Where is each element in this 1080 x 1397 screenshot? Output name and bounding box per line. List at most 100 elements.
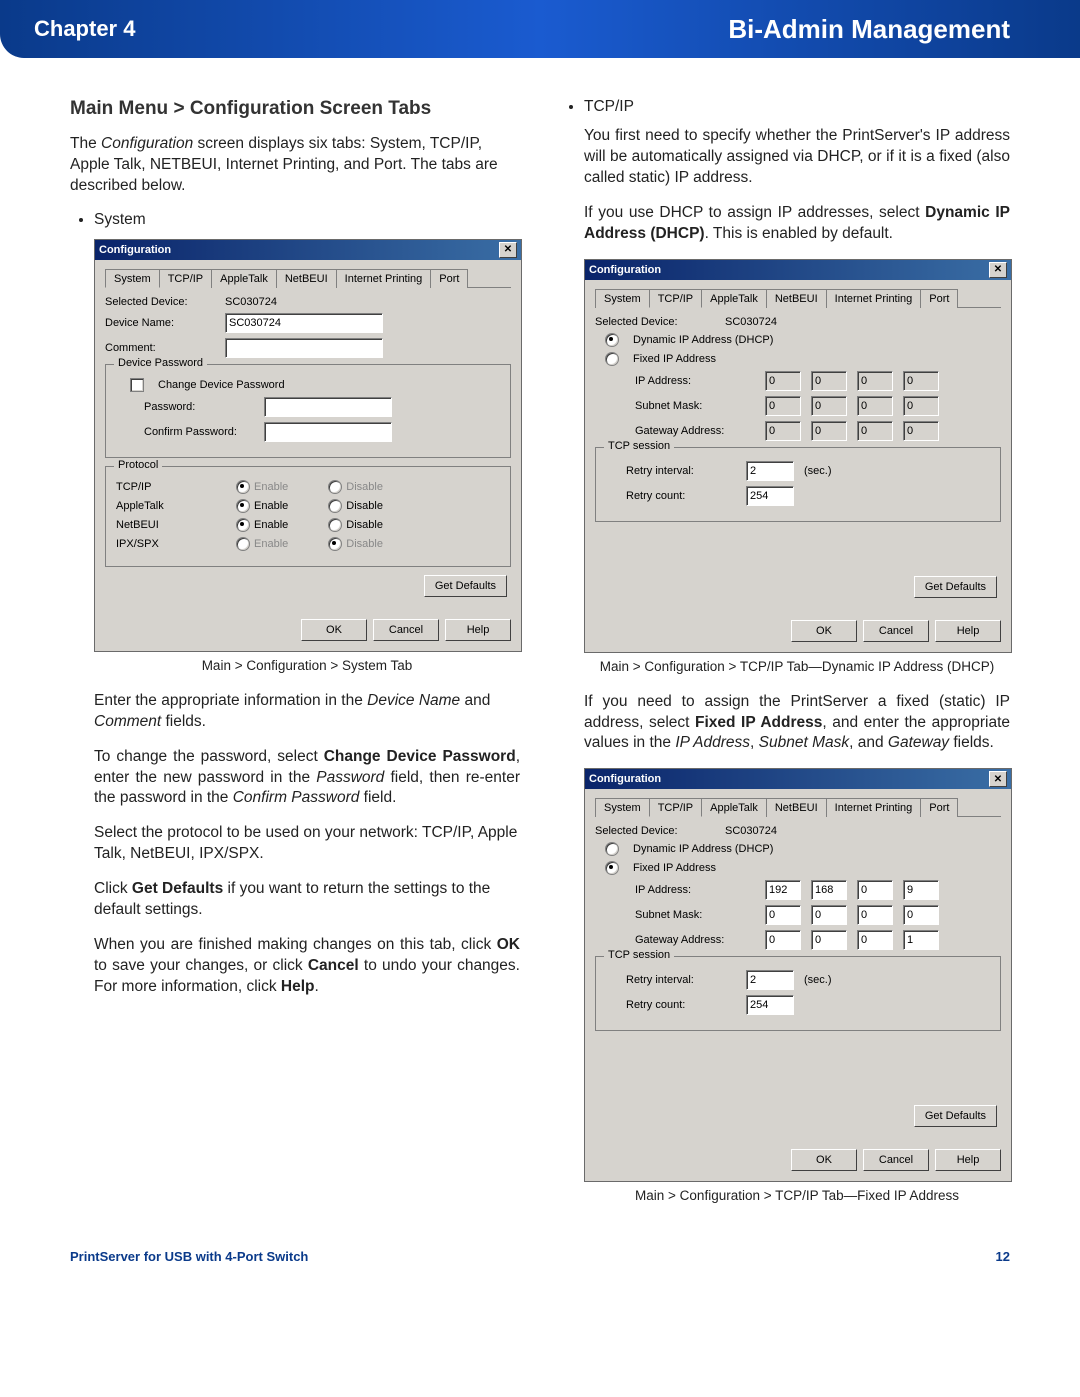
selected-device-value: SC030724 <box>225 296 277 308</box>
tab-row: System TCP/IP AppleTalk NetBEUI Internet… <box>595 797 1001 817</box>
close-icon[interactable]: ✕ <box>499 242 517 258</box>
tab-tcpip[interactable]: TCP/IP <box>159 269 212 288</box>
retry-interval-input[interactable] <box>746 970 794 990</box>
gw-3[interactable] <box>857 930 893 950</box>
gateway-label: Gateway Address: <box>635 425 755 437</box>
help-button[interactable]: Help <box>935 620 1001 642</box>
para-tcpip-3: If you need to assign the PrintServer a … <box>584 692 1010 755</box>
cancel-button[interactable]: Cancel <box>863 620 929 642</box>
change-password-checkbox[interactable] <box>130 378 144 392</box>
device-password-legend: Device Password <box>114 357 207 369</box>
netbeui-disable-radio[interactable] <box>328 518 342 532</box>
gw-4[interactable] <box>903 930 939 950</box>
help-button[interactable]: Help <box>445 619 511 641</box>
product-name: PrintServer for USB with 4-Port Switch <box>70 1249 308 1264</box>
selected-device-label: Selected Device: <box>595 825 715 837</box>
tab-tcpip[interactable]: TCP/IP <box>649 289 702 308</box>
tab-system[interactable]: System <box>595 289 650 308</box>
close-icon[interactable]: ✕ <box>989 262 1007 278</box>
tab-netbeui[interactable]: NetBEUI <box>276 269 337 288</box>
confirm-password-input[interactable] <box>264 422 392 442</box>
netbeui-enable-radio[interactable] <box>236 518 250 532</box>
gw-2[interactable] <box>811 930 847 950</box>
tab-internet-printing[interactable]: Internet Printing <box>826 798 922 817</box>
fixed-ip-label: Fixed IP Address <box>633 353 716 365</box>
tab-netbeui[interactable]: NetBEUI <box>766 289 827 308</box>
dialog-titlebar[interactable]: Configuration ✕ <box>585 260 1011 280</box>
mask-3[interactable] <box>857 905 893 925</box>
cancel-button[interactable]: Cancel <box>863 1149 929 1171</box>
dialog-titlebar[interactable]: Configuration ✕ <box>585 769 1011 789</box>
dynamic-ip-radio[interactable] <box>605 842 619 856</box>
mask-4[interactable] <box>903 905 939 925</box>
fixed-ip-radio[interactable] <box>605 861 619 875</box>
comment-input[interactable] <box>225 338 383 358</box>
get-defaults-button[interactable]: Get Defaults <box>914 1105 997 1127</box>
para-device-name: Enter the appropriate information in the… <box>94 691 520 733</box>
dynamic-ip-radio[interactable] <box>605 333 619 347</box>
ip-2 <box>811 371 847 391</box>
tcp-session-legend: TCP session <box>604 949 674 961</box>
proto-tcpip-label: TCP/IP <box>116 481 226 493</box>
para-select-protocol: Select the protocol to be used on your n… <box>94 823 520 865</box>
tab-port[interactable]: Port <box>920 289 958 308</box>
ip-4[interactable] <box>903 880 939 900</box>
device-name-input[interactable] <box>225 313 383 333</box>
appletalk-enable-radio[interactable] <box>236 499 250 513</box>
password-label: Password: <box>144 401 254 413</box>
tab-appletalk[interactable]: AppleTalk <box>701 798 767 817</box>
tab-tcpip[interactable]: TCP/IP <box>649 798 702 817</box>
help-button[interactable]: Help <box>935 1149 1001 1171</box>
tab-internet-printing[interactable]: Internet Printing <box>826 289 922 308</box>
retry-count-input[interactable] <box>746 486 794 506</box>
cancel-button[interactable]: Cancel <box>373 619 439 641</box>
mask-2[interactable] <box>811 905 847 925</box>
page: Chapter 4 Bi-Admin Management Main Menu … <box>0 0 1080 1304</box>
retry-interval-unit: (sec.) <box>804 465 832 477</box>
tab-netbeui[interactable]: NetBEUI <box>766 798 827 817</box>
get-defaults-button[interactable]: Get Defaults <box>914 576 997 598</box>
change-password-label: Change Device Password <box>158 379 285 391</box>
para-tcpip-2: If you use DHCP to assign IP addresses, … <box>584 203 1010 245</box>
ip-1[interactable] <box>765 880 801 900</box>
page-number: 12 <box>996 1249 1010 1264</box>
tab-appletalk[interactable]: AppleTalk <box>701 289 767 308</box>
mask-1[interactable] <box>765 905 801 925</box>
ok-button[interactable]: OK <box>791 1149 857 1171</box>
tab-port[interactable]: Port <box>430 269 468 288</box>
para-ok-cancel-help: When you are finished making changes on … <box>94 935 520 998</box>
ip-3[interactable] <box>857 880 893 900</box>
mask-4 <box>903 396 939 416</box>
para-change-password: To change the password, select Change De… <box>94 747 520 810</box>
close-icon[interactable]: ✕ <box>989 771 1007 787</box>
retry-count-label: Retry count: <box>626 999 736 1011</box>
get-defaults-button[interactable]: Get Defaults <box>424 575 507 597</box>
retry-interval-input[interactable] <box>746 461 794 481</box>
password-input[interactable] <box>264 397 392 417</box>
confirm-password-label: Confirm Password: <box>144 426 254 438</box>
tab-appletalk[interactable]: AppleTalk <box>211 269 277 288</box>
appletalk-disable-radio[interactable] <box>328 499 342 513</box>
ip-3 <box>857 371 893 391</box>
tab-internet-printing[interactable]: Internet Printing <box>336 269 432 288</box>
tab-system[interactable]: System <box>595 798 650 817</box>
fixed-ip-label: Fixed IP Address <box>633 862 716 874</box>
ip-2[interactable] <box>811 880 847 900</box>
dialog-titlebar[interactable]: Configuration ✕ <box>95 240 521 260</box>
para-get-defaults: Click Get Defaults if you want to return… <box>94 879 520 921</box>
bullet-list-right: TCP/IP <box>560 98 1010 116</box>
subnet-mask-label: Subnet Mask: <box>635 400 755 412</box>
retry-count-input[interactable] <box>746 995 794 1015</box>
config-dialog-tcpip-dhcp: Configuration ✕ System TCP/IP AppleTalk … <box>584 259 1012 653</box>
protocol-legend: Protocol <box>114 459 162 471</box>
fixed-ip-radio[interactable] <box>605 352 619 366</box>
tcp-session-legend: TCP session <box>604 440 674 452</box>
device-name-label: Device Name: <box>105 317 215 329</box>
mask-3 <box>857 396 893 416</box>
tab-port[interactable]: Port <box>920 798 958 817</box>
selected-device-value: SC030724 <box>725 316 777 328</box>
tab-system[interactable]: System <box>105 269 160 288</box>
ok-button[interactable]: OK <box>301 619 367 641</box>
gw-1[interactable] <box>765 930 801 950</box>
ok-button[interactable]: OK <box>791 620 857 642</box>
